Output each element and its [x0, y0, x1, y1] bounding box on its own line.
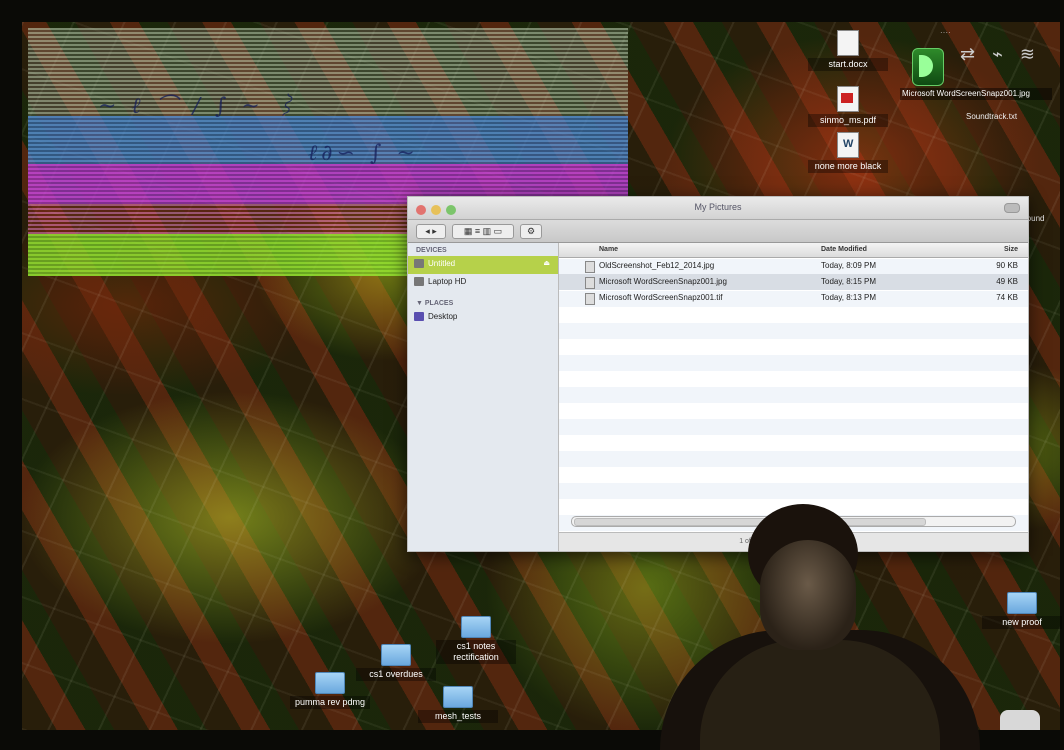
menulet-icons[interactable]: ⇄ ⌁ ≋ — [960, 44, 1041, 65]
file-name: Microsoft WordScreenSnapz001.tif — [599, 293, 723, 302]
file-size: 90 KB — [996, 261, 1018, 270]
desktop-icon-label: mesh_tests — [418, 710, 498, 723]
app-dock-icon[interactable] — [912, 48, 944, 86]
eject-icon[interactable]: ⏏ — [543, 259, 550, 267]
desktop-icon-label: cs1 overdues — [356, 668, 436, 681]
presenter-head — [760, 540, 856, 650]
column-header-name[interactable]: Name — [599, 246, 618, 253]
desktop-icon-pdf[interactable]: sinmo_ms.pdf — [808, 86, 888, 127]
column-header-size[interactable]: Size — [1004, 246, 1018, 253]
desktop-icon-label: new proof — [982, 616, 1062, 629]
sidebar-item-desktop[interactable]: Desktop — [408, 309, 558, 327]
finder-window[interactable]: My Pictures ◂ ▸ ▦ ≡ ▥ ▭ ⚙ DEVICES Untitl… — [407, 196, 1029, 552]
finder-sidebar: DEVICES Untitled ⏏ Laptop HD ▼ PLACES De… — [408, 243, 559, 551]
view-mode-buttons[interactable]: ▦ ≡ ▥ ▭ — [452, 224, 514, 239]
file-size: 49 KB — [996, 277, 1018, 286]
pdf-icon — [837, 86, 859, 112]
selected-file-label[interactable]: Microsoft WordScreenSnapz001.jpg — [900, 88, 1052, 100]
image-file-icon — [585, 293, 595, 305]
sidebar-header-places[interactable]: ▼ PLACES — [408, 292, 558, 309]
table-row[interactable]: Microsoft WordScreenSnapz001.tif Today, … — [559, 290, 1028, 306]
table-row[interactable]: OldScreenshot_Feb12_2014.jpg Today, 8:09… — [559, 258, 1028, 274]
menubar-text: ‥‥ — [940, 26, 951, 35]
column-header-date[interactable]: Date Modified — [821, 246, 867, 253]
file-name: OldScreenshot_Feb12_2014.jpg — [599, 261, 715, 270]
folder-icon — [461, 616, 491, 638]
sidebar-header-devices: DEVICES — [416, 247, 447, 254]
desktop-icon-label: none more black — [808, 160, 888, 173]
folder-icon — [315, 672, 345, 694]
sidebar-item-untitled[interactable]: Untitled ⏏ — [408, 256, 558, 274]
finder-toolbar: ◂ ▸ ▦ ≡ ▥ ▭ ⚙ — [408, 220, 1028, 243]
file-date: Today, 8:09 PM — [821, 261, 876, 270]
desktop-icon-folder[interactable]: mesh_tests — [418, 686, 498, 723]
desktop-icon-folder[interactable]: new proof — [982, 592, 1062, 629]
handwriting-scribble: ℓ∂∽ ∫ ~ — [308, 141, 419, 166]
image-file-icon — [585, 261, 595, 273]
folder-icon — [381, 644, 411, 666]
handwriting-scribble: ~ ℓ ⌒ ∕ ∫ ~ ⌇ — [98, 94, 301, 119]
desktop-icon-label: cs1 notes rectification — [436, 640, 516, 664]
desktop-icon-label: sinmo_ms.pdf — [808, 114, 888, 127]
desktop-icon-doc[interactable]: start.docx — [808, 30, 888, 71]
file-date: Today, 8:15 PM — [821, 277, 876, 286]
column-header-row: Name Date Modified Size — [559, 243, 1028, 258]
hard-drive-icon — [414, 277, 424, 286]
sidebar-item-label: Desktop — [428, 312, 458, 321]
drive-icon — [414, 259, 424, 268]
folder-icon — [443, 686, 473, 708]
file-name: Microsoft WordScreenSnapz001.jpg — [599, 277, 727, 286]
desktop-icon-label: start.docx — [808, 58, 888, 71]
desktop-icon-folder[interactable]: cs1 notes rectification — [436, 616, 516, 664]
toolbar-toggle-button[interactable] — [1004, 203, 1020, 213]
folder-icon — [1007, 592, 1037, 614]
window-titlebar[interactable]: My Pictures — [408, 197, 1028, 220]
desktop-folder-icon — [414, 312, 424, 321]
desktop-icon-folder[interactable]: cs1 overdues — [356, 644, 436, 681]
word-document-icon — [837, 132, 859, 158]
sidebar-item-label: Untitled — [428, 259, 456, 268]
file-date: Today, 8:13 PM — [821, 293, 876, 302]
desktop-file-label[interactable]: Soundtrack.txt — [966, 112, 1017, 121]
file-size: 74 KB — [996, 293, 1018, 302]
document-icon — [837, 30, 859, 56]
presenter-silhouette — [660, 500, 980, 750]
window-title: My Pictures — [694, 202, 742, 212]
sidebar-item-laptop-hd[interactable]: Laptop HD — [408, 274, 558, 292]
desktop-icon-label: pumma rev pdmg — [290, 696, 370, 709]
desktop-icon-word[interactable]: none more black — [808, 132, 888, 173]
table-row[interactable]: Microsoft WordScreenSnapz001.jpg Today, … — [559, 274, 1028, 290]
action-gear-icon[interactable]: ⚙ — [520, 224, 542, 239]
back-forward-button[interactable]: ◂ ▸ — [416, 224, 446, 239]
sidebar-item-label: Laptop HD — [428, 277, 467, 286]
image-file-icon — [585, 277, 595, 289]
chair-back — [1000, 710, 1040, 730]
